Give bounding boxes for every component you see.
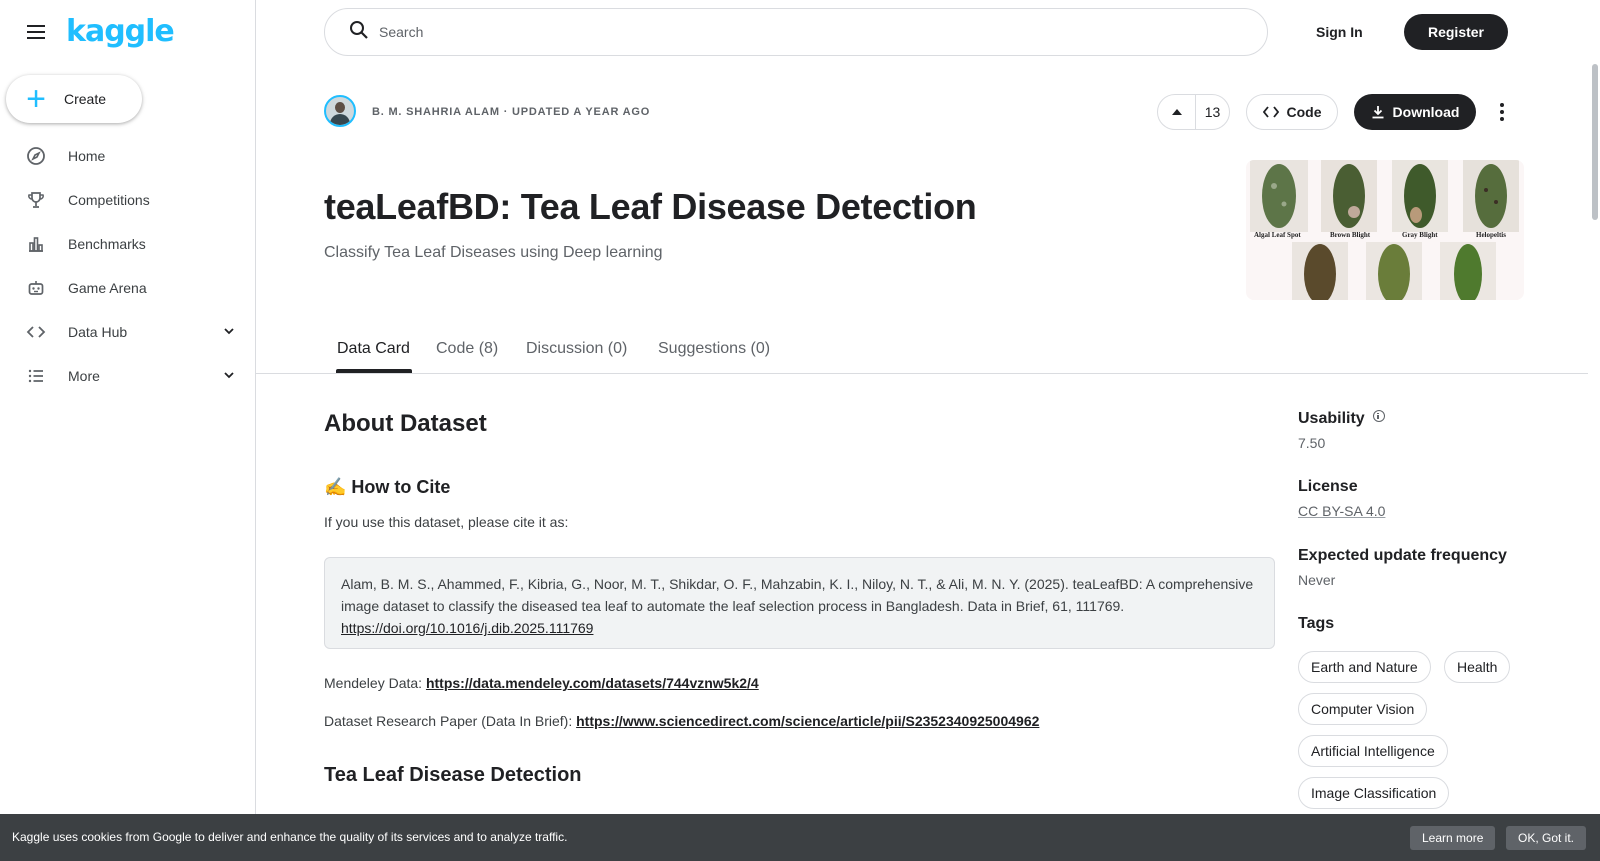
hamburger-menu-icon[interactable] [24,20,48,44]
license-link[interactable]: CC BY-SA 4.0 [1298,503,1385,519]
tab-suggestions[interactable]: Suggestions (0) [658,340,770,358]
sidebar-item-game-arena[interactable]: Game Arena [0,266,256,310]
sidebar-item-benchmarks[interactable]: Benchmarks [0,222,256,266]
citation-text: Alam, B. M. S., Ahammed, F., Kibria, G.,… [341,576,1254,614]
cookie-message: Kaggle uses cookies from Google to deliv… [12,830,568,844]
active-tab-indicator [336,369,412,373]
update-frequency-heading: Expected update frequency [1298,547,1507,564]
cookie-banner: Kaggle uses cookies from Google to deliv… [0,814,1600,861]
brand: kaggle [24,14,175,50]
thumbnail-caption: Helopeltis [1476,231,1506,239]
cite-intro-text: If you use this dataset, please cite it … [324,514,569,530]
sidebar-item-label: Data Hub [68,324,128,340]
upvote-control: 13 [1157,94,1230,130]
code-brackets-icon [26,322,46,342]
citation-doi-link[interactable]: https://doi.org/10.1016/j.dib.2025.11176… [341,620,593,636]
code-button-label: Code [1286,104,1322,120]
robot-icon [26,278,46,298]
search-icon [349,20,369,45]
thumbnail-caption: Brown Blight [1330,231,1371,239]
sidebar-item-label: Competitions [68,192,150,208]
how-to-cite-heading: ✍️ How to Cite [324,477,451,497]
tag-chip[interactable]: Image Classification [1298,777,1450,809]
sidebar: kaggle + Create Home Competitions Benchm… [0,0,256,861]
dataset-title: teaLeafBD: Tea Leaf Disease Detection [324,186,977,227]
tea-leaf-collage-image [1246,160,1524,300]
download-button-label: Download [1392,104,1460,120]
sidebar-item-label: More [68,368,100,384]
citation-block: Alam, B. M. S., Ahammed, F., Kibria, G.,… [324,557,1275,649]
download-button[interactable]: Download [1354,94,1476,130]
mendeley-link[interactable]: https://data.mendeley.com/datasets/744vz… [426,675,759,691]
cookie-ok-button[interactable]: OK, Got it. [1506,826,1587,850]
sign-in-button[interactable]: Sign In [1300,14,1379,50]
tag-chip[interactable]: Artificial Intelligence [1298,735,1448,767]
bar-chart-icon [26,234,46,254]
tab-data-card[interactable]: Data Card [337,340,410,358]
trophy-icon [26,190,46,210]
usability-value: 7.50 [1298,435,1326,451]
info-icon[interactable] [1372,410,1385,422]
tab-discussion[interactable]: Discussion (0) [526,340,627,358]
compass-icon [26,146,46,166]
create-button[interactable]: + Create [6,75,142,123]
tag-chip[interactable]: Health [1444,651,1511,683]
about-dataset-heading: About Dataset [324,410,487,437]
license-heading: License [1298,478,1358,495]
scrollbar-thumb[interactable] [1592,64,1598,220]
update-frequency-value: Never [1298,572,1336,588]
download-icon [1372,106,1384,119]
plus-icon: + [26,80,46,118]
mendeley-row: Mendeley Data: https://data.mendeley.com… [324,675,759,691]
chevron-down-icon[interactable] [222,368,236,387]
code-button[interactable]: Code [1246,94,1338,130]
sidebar-nav: Home Competitions Benchmarks Game Arena … [0,134,256,398]
sidebar-item-label: Benchmarks [68,236,146,252]
paper-row: Dataset Research Paper (Data In Brief): … [324,713,1039,729]
sidebar-item-competitions[interactable]: Competitions [0,178,256,222]
section-heading: Tea Leaf Disease Detection [324,764,582,786]
owner-updated-line[interactable]: B. M. Shahria Alam · Updated a year ago [372,106,650,118]
create-button-label: Create [64,91,107,107]
tags-heading: Tags [1298,615,1335,632]
tag-chip[interactable]: Earth and Nature [1298,651,1431,683]
tab-code[interactable]: Code (8) [436,340,498,358]
dataset-tabs: Data Card Code (8) Discussion (0) Sugges… [256,330,1588,374]
learn-more-button[interactable]: Learn more [1410,826,1496,850]
mendeley-label: Mendeley Data: [324,675,426,691]
search-bar[interactable] [324,8,1268,56]
register-button[interactable]: Register [1404,14,1508,50]
dataset-thumbnail: Algal Leaf Spot Brown Blight Gray Blight… [1246,160,1524,300]
chevron-down-icon[interactable] [222,324,236,343]
sidebar-item-more[interactable]: More [0,354,256,398]
upvote-button[interactable] [1158,95,1196,129]
thumbnail-caption: Gray Blight [1402,231,1438,239]
owner-avatar[interactable] [324,95,356,127]
usability-heading: Usability [1298,410,1385,428]
paper-label: Dataset Research Paper (Data In Brief): [324,713,577,729]
code-brackets-icon [1262,106,1279,118]
more-options-icon[interactable] [1490,94,1514,130]
sidebar-item-label: Game Arena [68,280,147,296]
paper-link[interactable]: https://www.sciencedirect.com/science/ar… [576,713,1039,729]
search-input[interactable] [379,24,1219,40]
list-icon [26,366,46,386]
kaggle-logo[interactable]: kaggle [66,14,175,50]
sidebar-item-label: Home [68,148,106,164]
caret-up-icon [1171,109,1182,115]
thumbnail-caption: Algal Leaf Spot [1254,231,1301,239]
dataset-subtitle: Classify Tea Leaf Diseases using Deep le… [324,244,663,261]
tag-chip[interactable]: Computer Vision [1298,693,1428,725]
sidebar-item-home[interactable]: Home [0,134,256,178]
vote-count[interactable]: 13 [1196,104,1229,120]
sidebar-item-data-hub[interactable]: Data Hub [0,310,256,354]
